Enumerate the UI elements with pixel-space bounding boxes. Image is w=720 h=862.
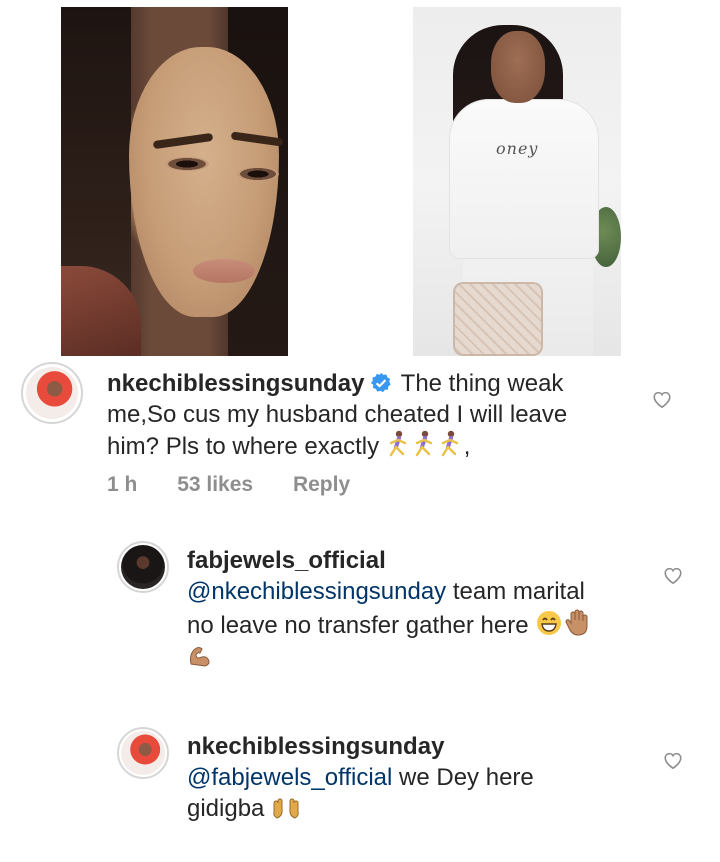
- comment-likes[interactable]: 53 likes: [177, 473, 253, 496]
- avatar[interactable]: [21, 362, 83, 424]
- running-woman-emoji: [389, 430, 459, 457]
- reply-text-part: team marital: [446, 578, 585, 605]
- like-reply-heart-icon[interactable]: [662, 565, 684, 585]
- lips-shape: [193, 259, 255, 283]
- comment-time: 1 h: [107, 473, 138, 496]
- flexed-biceps-emoji: [190, 647, 210, 667]
- reply-line-2: no leave no transfer gather here: [187, 607, 657, 641]
- post-photo-left[interactable]: [61, 7, 288, 356]
- comment-line-2: me,So cus my husband cheated I will leav…: [107, 401, 568, 428]
- reply-avatar[interactable]: [117, 727, 169, 779]
- avatar-image: [121, 545, 165, 589]
- like-comment-heart-icon[interactable]: [651, 389, 673, 409]
- mention-link[interactable]: @fabjewels_official: [187, 764, 392, 791]
- comment-line-1: nkechiblessingsunday The thing weak: [107, 368, 627, 399]
- comment-username[interactable]: nkechiblessingsunday: [107, 370, 364, 397]
- reply-text-part: gidigba: [187, 795, 265, 822]
- reply-text-part: we Dey here: [392, 764, 534, 791]
- reply-button[interactable]: Reply: [293, 473, 350, 496]
- reply-avatar[interactable]: [117, 541, 169, 593]
- comment-text-part: The thing weak: [400, 370, 564, 397]
- avatar-image: [26, 367, 78, 419]
- grinning-emoji: [537, 611, 562, 635]
- face-shape: [491, 31, 545, 103]
- raising-hands-emoji: [273, 798, 299, 819]
- reply-line-1: @nkechiblessingsunday team marital: [187, 576, 657, 607]
- reply-line-3: [187, 641, 657, 672]
- reply-username[interactable]: fabjewels_official: [187, 545, 657, 576]
- mention-link[interactable]: @nkechiblessingsunday: [187, 578, 446, 605]
- raised-hand-emoji: [565, 609, 588, 636]
- reply-body: fabjewels_official @nkechiblessingsunday…: [187, 545, 657, 672]
- reply-text-part: no leave no transfer gather here: [187, 612, 529, 639]
- verified-badge-icon: [371, 372, 392, 393]
- reply-line-1: @fabjewels_official we Dey here: [187, 762, 657, 793]
- comment-meta: 1 h 53 likes Reply: [107, 473, 384, 497]
- comment-text-part: ,: [463, 433, 471, 460]
- eye-shape: [165, 157, 209, 171]
- reply-line-2: gidigba: [187, 793, 657, 824]
- like-reply-heart-icon[interactable]: [662, 750, 684, 770]
- reply-body: nkechiblessingsunday @fabjewels_official…: [187, 731, 657, 824]
- comment-body: nkechiblessingsunday The thing weak me,S…: [107, 368, 627, 462]
- handbag-shape: [453, 282, 543, 356]
- reply-username[interactable]: nkechiblessingsunday: [187, 731, 657, 762]
- comment-line-3: him? Pls to where exactly ,: [107, 430, 627, 462]
- comment-text-part: him? Pls to where exactly: [107, 433, 380, 460]
- avatar-image: [121, 731, 165, 775]
- eye-shape: [237, 167, 279, 181]
- shirt-shape: [449, 99, 599, 259]
- post-photo-right[interactable]: oney: [413, 7, 621, 356]
- shirt-print: oney: [496, 139, 539, 158]
